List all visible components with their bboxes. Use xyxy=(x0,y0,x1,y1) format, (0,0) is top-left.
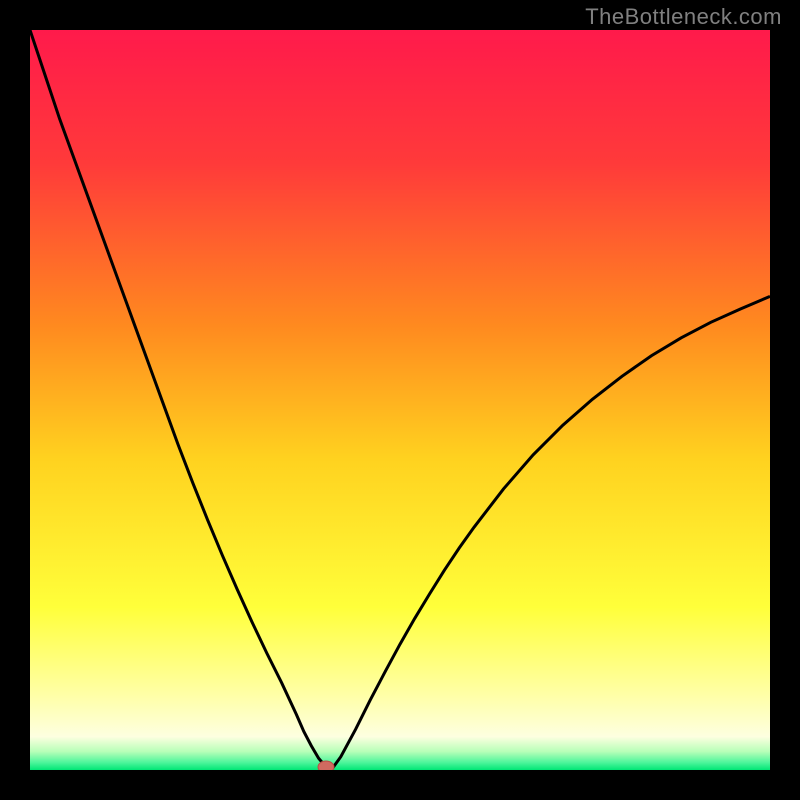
gradient-background xyxy=(30,30,770,770)
optimum-marker xyxy=(318,761,334,770)
chart-container: TheBottleneck.com xyxy=(0,0,800,800)
watermark-text: TheBottleneck.com xyxy=(585,4,782,30)
bottleneck-chart xyxy=(30,30,770,770)
